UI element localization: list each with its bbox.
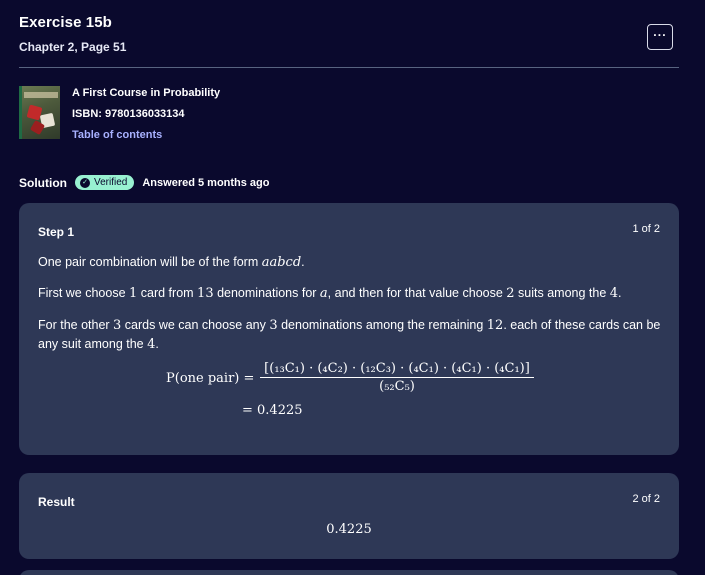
cover-title-band — [24, 92, 58, 98]
page-title: Exercise 15b — [19, 14, 112, 31]
text-segment: cards we can choose any — [121, 318, 270, 332]
chapter-subtitle: Chapter 2, Page 51 — [19, 40, 127, 54]
equation-result: = 0.4225 — [242, 403, 303, 418]
text-segment: For the other — [38, 318, 114, 332]
equation-fraction: [(₁₃C₁) · (₄C₂) · (₁₂C₃) · (₄C₁) · (₄C₁)… — [260, 361, 534, 394]
more-options-button[interactable]: ··· — [647, 24, 673, 50]
more-icon: ··· — [653, 27, 667, 42]
book-info: A First Course in Probability ISBN: 9780… — [72, 87, 220, 141]
text-segment: card from — [137, 286, 198, 300]
book-isbn: ISBN: 9780136033134 — [72, 108, 185, 120]
result-value: 0.4225 — [326, 522, 372, 537]
step-paragraph-3: For the other 3 cards we can choose any … — [38, 316, 663, 354]
result-counter: 2 of 2 — [632, 493, 660, 505]
math-segment: aabcd — [261, 255, 302, 270]
result-card: Result 2 of 2 0.4225 — [19, 473, 679, 559]
math-segment: 12 — [486, 318, 504, 333]
probability-equation: P(one pair) = [(₁₃C₁) · (₄C₂) · (₁₂C₃) ·… — [19, 361, 679, 421]
text-segment: . — [618, 286, 622, 300]
step-counter: 1 of 2 — [632, 223, 660, 235]
next-card — [19, 570, 679, 575]
math-segment: 3 — [269, 318, 278, 333]
math-segment: 4 — [609, 286, 619, 301]
answered-timestamp: Answered 5 months ago — [142, 176, 270, 189]
exercise-header: Exercise 15b Chapter 2, Page 51 — [19, 14, 126, 54]
text-segment: , and then for that value choose — [327, 286, 507, 300]
verified-badge: ✓ Verified — [75, 175, 135, 190]
step-heading: Step 1 — [38, 225, 75, 239]
check-circle-icon: ✓ — [80, 177, 90, 188]
text-segment: . — [155, 337, 159, 351]
result-heading: Result — [38, 495, 75, 509]
header-divider — [19, 67, 679, 68]
step-paragraph-2: First we choose 1 card from 13 denominat… — [38, 284, 663, 303]
solution-row: Solution ✓ Verified Answered 5 months ag… — [19, 175, 270, 190]
step-card: Step 1 1 of 2 One pair combination will … — [19, 203, 679, 455]
step-paragraph-1: One pair combination will be of the form… — [38, 253, 663, 272]
text-segment: . — [301, 255, 305, 269]
text-segment: suits among the — [514, 286, 610, 300]
book-cover-image[interactable] — [19, 86, 60, 139]
book-title[interactable]: A First Course in Probability — [72, 87, 220, 99]
math-segment: a — [319, 286, 328, 301]
text-segment: denominations for — [213, 286, 320, 300]
math-segment: 2 — [506, 286, 515, 301]
table-of-contents-link[interactable]: Table of contents — [72, 129, 220, 141]
text-segment: denominations among the remaining — [277, 318, 487, 332]
math-segment: 13 — [197, 286, 214, 301]
equation-denominator: (₅₂C₅) — [379, 379, 415, 394]
equation-lhs: P(one pair) = — [166, 371, 255, 386]
solution-label: Solution — [19, 175, 67, 190]
verified-label: Verified — [94, 177, 128, 188]
text-segment: First we choose — [38, 286, 130, 300]
equation-numerator: [(₁₃C₁) · (₄C₂) · (₁₂C₃) · (₄C₁) · (₄C₁)… — [260, 361, 534, 378]
text-segment: One pair combination will be of the form — [38, 255, 262, 269]
